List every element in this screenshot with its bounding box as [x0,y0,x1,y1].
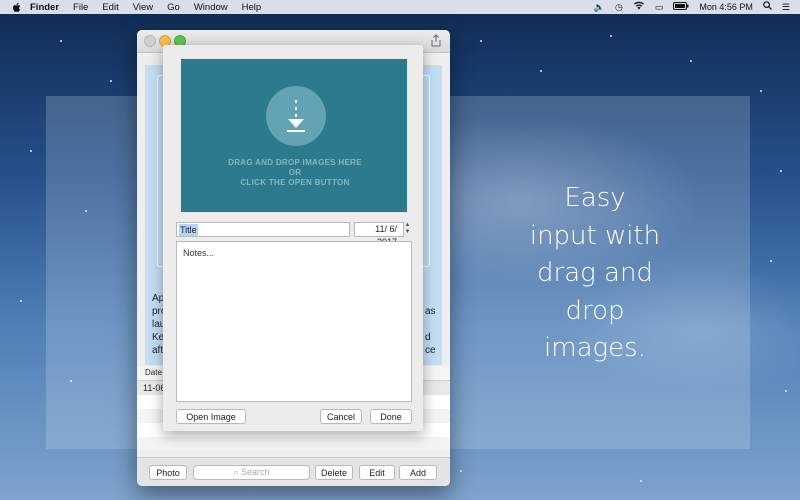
cancel-button[interactable]: Cancel [320,409,362,424]
title-value: Title [179,224,198,236]
menu-app-name[interactable]: Finder [30,2,59,13]
date-field[interactable]: 11/ 6/ 2017 [354,222,404,247]
notification-center-icon[interactable]: ☰ [782,0,790,14]
detail-text-fragment: d [425,332,431,343]
search-icon: ⌕ [233,467,239,477]
detail-text-fragment: as [425,306,436,317]
promo-line: images. [544,333,646,363]
display-icon[interactable]: ▭ [655,0,664,14]
download-arrow-icon [266,86,326,146]
edit-button[interactable]: Edit [359,465,395,480]
menu-view[interactable]: View [133,2,153,13]
promo-text: Easy input with drag and drop images. [520,180,670,368]
delete-button[interactable]: Delete [315,465,353,480]
row-date: 11-06 [143,383,166,393]
photo-button[interactable]: Photo [149,465,187,480]
open-image-button[interactable]: Open Image [176,409,246,424]
wifi-icon[interactable] [633,0,645,14]
dropzone-line: DRAG AND DROP IMAGES HERE [228,158,362,167]
table-row[interactable] [137,437,450,451]
promo-line: Easy [564,183,626,213]
detail-text-fragment: aft [152,345,164,356]
menu-help[interactable]: Help [242,2,262,13]
dropzone-line: CLICK THE OPEN BUTTON [240,178,350,187]
spotlight-icon[interactable] [763,0,772,14]
menu-go[interactable]: Go [167,2,180,13]
dropzone-line: OR [288,168,302,177]
image-dropzone[interactable]: DRAG AND DROP IMAGES HERE OR CLICK THE O… [180,58,408,213]
menu-edit[interactable]: Edit [102,2,118,13]
apple-icon[interactable] [12,2,22,12]
notes-placeholder: Notes... [183,248,215,258]
menu-bar: Finder File Edit View Go Window Help 🔈 ◷… [0,0,800,14]
notes-textarea[interactable]: Notes... [176,241,412,402]
done-button[interactable]: Done [370,409,412,424]
detail-text-fragment: ce [425,345,436,356]
share-icon[interactable] [430,34,442,48]
time-machine-icon[interactable]: ◷ [615,0,623,14]
volume-icon[interactable]: 🔈 [594,0,605,14]
stepper-down-icon[interactable]: ▼ [404,229,411,236]
bottom-toolbar: Photo ⌕ Search Delete Edit Add [137,457,450,486]
menu-window[interactable]: Window [194,2,228,13]
promo-line: input with [529,220,661,251]
promo-line: drag and [537,258,653,288]
search-input[interactable]: ⌕ Search [193,465,310,480]
stepper-up-icon[interactable]: ▲ [404,222,411,229]
promo-line: drop [565,295,625,326]
menu-file[interactable]: File [73,2,88,13]
add-button[interactable]: Add [399,465,437,480]
title-field[interactable]: Title [176,222,350,237]
battery-icon[interactable] [673,0,689,14]
close-button[interactable] [144,35,156,47]
menu-clock[interactable]: Mon 4:56 PM [699,0,753,14]
column-header-date[interactable]: Date [145,368,162,377]
date-stepper[interactable]: ▲ ▼ [404,222,411,237]
add-entry-sheet: DRAG AND DROP IMAGES HERE OR CLICK THE O… [163,45,423,431]
search-placeholder: Search [241,467,270,477]
